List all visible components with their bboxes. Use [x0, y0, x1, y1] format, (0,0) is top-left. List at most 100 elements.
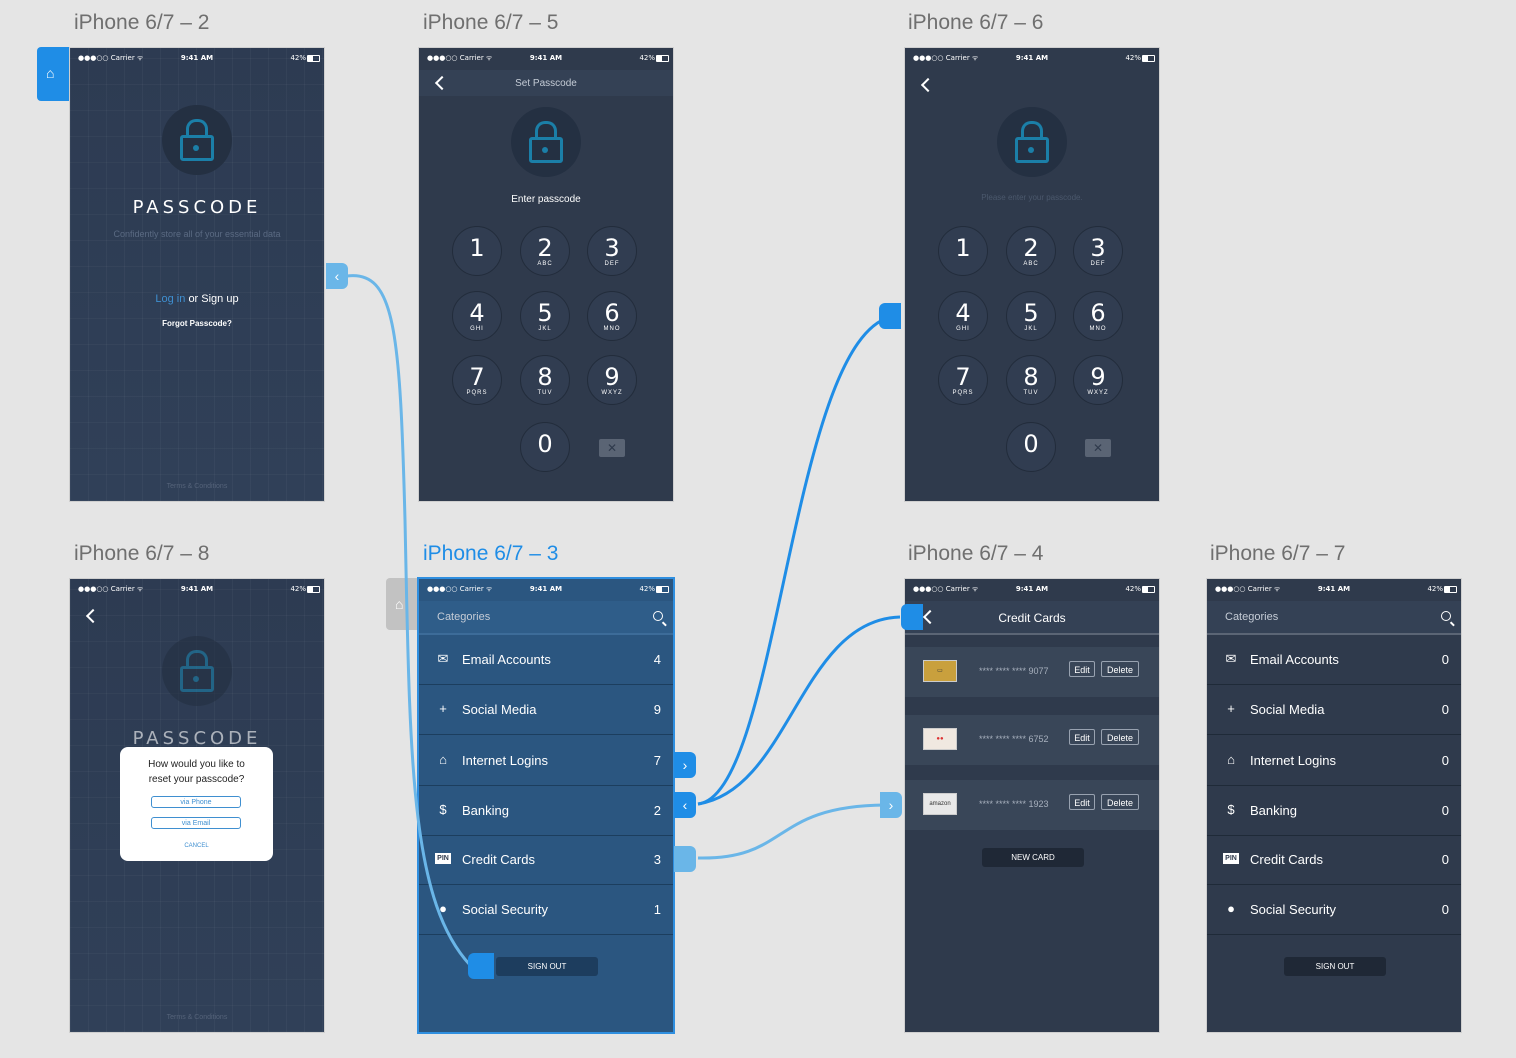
credit-card-row[interactable]: ▭ **** **** **** 9077 Edit Delete	[905, 647, 1159, 697]
keypad-key-5[interactable]: 5 JKL	[520, 291, 570, 341]
link-handle-back[interactable]: ‹	[674, 792, 696, 818]
login-link[interactable]: Log in	[155, 293, 185, 305]
cancel-button[interactable]: CANCEL	[120, 843, 273, 849]
keypad-key-1[interactable]: 1	[452, 226, 502, 276]
search-icon[interactable]	[653, 611, 663, 621]
artboard-label-4[interactable]: iPhone 6/7 – 4	[908, 542, 1043, 566]
edit-button[interactable]: Edit	[1069, 794, 1095, 810]
envelope-icon: ✉	[1225, 651, 1237, 666]
category-row[interactable]: $ Banking 2	[419, 786, 673, 836]
status-bar: ●●●○○ Carrier ᯤ 9:41 AM 42%	[70, 48, 324, 68]
keypad-key-8[interactable]: 8 TUV	[520, 355, 570, 405]
keypad-key-0[interactable]: 0	[520, 422, 570, 472]
artboard-label-2[interactable]: iPhone 6/7 – 2	[74, 11, 209, 35]
keypad-key-6[interactable]: 6 MNO	[587, 291, 637, 341]
key-letters: TUV	[537, 390, 553, 396]
reset-question-line1: How would you like to	[148, 759, 245, 770]
category-count: 1	[653, 902, 661, 917]
keypad-key-3[interactable]: 3 DEF	[1073, 226, 1123, 276]
mastercard-icon: ●●	[923, 728, 957, 750]
artboard-label-6[interactable]: iPhone 6/7 – 6	[908, 11, 1043, 35]
keypad-key-4[interactable]: 4 GHI	[938, 291, 988, 341]
keypad-key-6[interactable]: 6 MNO	[1073, 291, 1123, 341]
home-artboard-flag-inactive[interactable]: ⌂	[386, 578, 418, 630]
key-digit: 8	[537, 363, 553, 391]
key-letters: GHI	[470, 326, 484, 332]
via-phone-button[interactable]: via Phone	[151, 796, 241, 808]
keypad-key-2[interactable]: 2 ABC	[520, 226, 570, 276]
artboard-label-5[interactable]: iPhone 6/7 – 5	[423, 11, 558, 35]
back-icon[interactable]	[920, 77, 936, 93]
artboard-label-8[interactable]: iPhone 6/7 – 8	[74, 542, 209, 566]
keypad-key-9[interactable]: 9 WXYZ	[1073, 355, 1123, 405]
artboard-label-7[interactable]: iPhone 6/7 – 7	[1210, 542, 1345, 566]
sign-out-button[interactable]: SIGN OUT	[496, 957, 598, 976]
forgot-passcode-link[interactable]: Forgot Passcode?	[70, 319, 324, 328]
categories-header: Categories	[419, 601, 673, 635]
terms-link[interactable]: Terms & Conditions	[70, 483, 324, 490]
keypad-key-3[interactable]: 3 DEF	[587, 226, 637, 276]
keypad-key-9[interactable]: 9 WXYZ	[587, 355, 637, 405]
backspace-icon[interactable]: ✕	[599, 439, 625, 457]
category-row[interactable]: $ Banking 0	[1207, 786, 1461, 836]
artboard-login[interactable]: ●●●○○ Carrier ᯤ 9:41 AM 42% PASSCODE Con…	[70, 48, 324, 501]
category-row[interactable]: + Social Media 0	[1207, 685, 1461, 735]
credit-card-row[interactable]: ●● **** **** **** 6752 Edit Delete	[905, 715, 1159, 765]
category-row[interactable]: ✉ Email Accounts 4	[419, 635, 673, 685]
link-handle-forward[interactable]: ›	[674, 752, 696, 778]
new-card-button[interactable]: NEW CARD	[982, 848, 1084, 867]
sign-out-button[interactable]: SIGN OUT	[1284, 957, 1386, 976]
envelope-icon: ✉	[437, 651, 449, 666]
artboard-set-passcode[interactable]: ●●●○○ Carrier ᯤ 9:41 AM 42% Set Passcode…	[419, 48, 673, 501]
backspace-icon[interactable]: ✕	[1085, 439, 1111, 457]
link-target-handle[interactable]	[468, 953, 494, 979]
signup-link[interactable]: or Sign up	[188, 293, 238, 305]
link-target-handle[interactable]	[901, 604, 923, 630]
via-email-button[interactable]: via Email	[151, 817, 241, 829]
battery-icon	[656, 586, 669, 593]
key-digit: 0	[537, 430, 553, 458]
keypad-key-5[interactable]: 5 JKL	[1006, 291, 1056, 341]
link-handle-forward[interactable]: ›	[880, 792, 902, 818]
keypad-key-1[interactable]: 1	[938, 226, 988, 276]
artboard-categories-empty[interactable]: ●●●○○ Carrier ᯤ 9:41 AM 42% Categories ✉…	[1207, 579, 1461, 1032]
artboard-categories[interactable]: ●●●○○ Carrier ᯤ 9:41 AM 42% Categories ✉…	[419, 579, 673, 1032]
category-row[interactable]: PIN Credit Cards 0	[1207, 835, 1461, 885]
home-artboard-flag[interactable]: ⌂	[37, 47, 69, 101]
search-icon[interactable]	[1441, 611, 1451, 621]
battery-label: 42%	[639, 585, 655, 593]
delete-button[interactable]: Delete	[1101, 729, 1139, 745]
battery-icon	[656, 55, 669, 62]
lock-icon	[511, 107, 581, 177]
category-row[interactable]: ⌂ Internet Logins 7	[419, 736, 673, 786]
category-row[interactable]: PIN Credit Cards 3	[419, 835, 673, 885]
keypad-key-8[interactable]: 8 TUV	[1006, 355, 1056, 405]
link-target-handle[interactable]	[879, 303, 901, 329]
category-label: Social Security	[462, 902, 548, 917]
category-row[interactable]: + Social Media 9	[419, 685, 673, 735]
keypad-key-7[interactable]: 7 PQRS	[938, 355, 988, 405]
category-row[interactable]: ⌂ Internet Logins 0	[1207, 736, 1461, 786]
passcode-prompt: Please enter your passcode.	[981, 193, 1083, 202]
category-row[interactable]: ✉ Email Accounts 0	[1207, 635, 1461, 685]
lock-icon	[162, 636, 232, 706]
terms-link[interactable]: Terms & Conditions	[70, 1014, 324, 1021]
credit-card-row[interactable]: amazon **** **** **** 1923 Edit Delete	[905, 780, 1159, 830]
edit-button[interactable]: Edit	[1069, 661, 1095, 677]
artboard-reset-passcode[interactable]: ●●●○○ Carrier ᯤ 9:41 AM 42% PASSCODE How…	[70, 579, 324, 1032]
link-handle[interactable]	[674, 846, 696, 872]
keypad-key-4[interactable]: 4 GHI	[452, 291, 502, 341]
keypad-key-2[interactable]: 2 ABC	[1006, 226, 1056, 276]
edit-button[interactable]: Edit	[1069, 729, 1095, 745]
keypad-key-7[interactable]: 7 PQRS	[452, 355, 502, 405]
key-letters: MNO	[603, 326, 621, 332]
delete-button[interactable]: Delete	[1101, 794, 1139, 810]
delete-button[interactable]: Delete	[1101, 661, 1139, 677]
link-handle-back[interactable]: ‹	[326, 263, 348, 289]
artboard-label-3[interactable]: iPhone 6/7 – 3	[423, 542, 558, 566]
artboard-enter-passcode[interactable]: ●●●○○ Carrier ᯤ 9:41 AM 42% Please enter…	[905, 48, 1159, 501]
category-row[interactable]: ● Social Security 0	[1207, 885, 1461, 935]
artboard-credit-cards[interactable]: ●●●○○ Carrier ᯤ 9:41 AM 42% Credit Cards…	[905, 579, 1159, 1032]
keypad-key-0[interactable]: 0	[1006, 422, 1056, 472]
category-row[interactable]: ● Social Security 1	[419, 885, 673, 935]
